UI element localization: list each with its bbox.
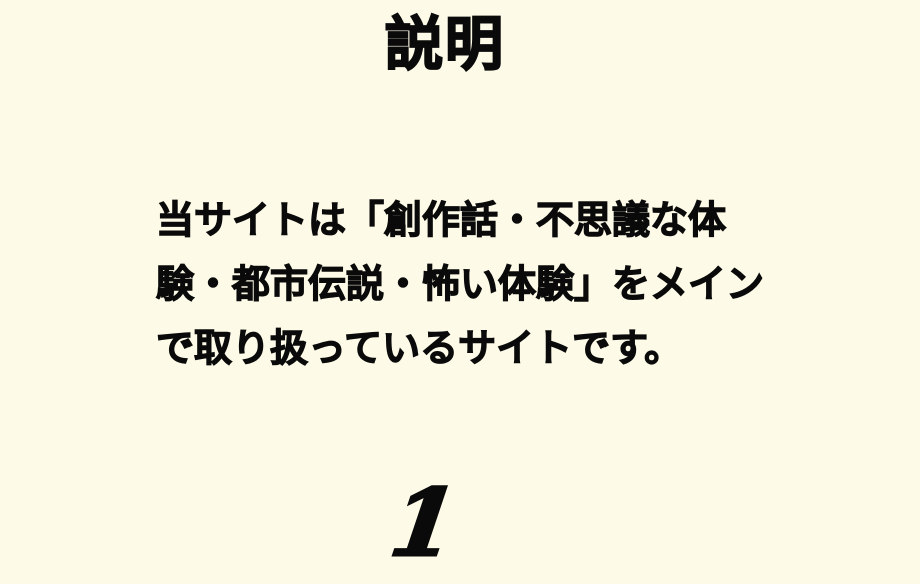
page-title: 説明 xyxy=(384,9,505,79)
description-text: 当サイトは「創作話・不思議な体験・都市伝説・怖い体験」をメインで取り扱っているサ… xyxy=(155,197,765,370)
page-number: 1 xyxy=(383,468,465,579)
